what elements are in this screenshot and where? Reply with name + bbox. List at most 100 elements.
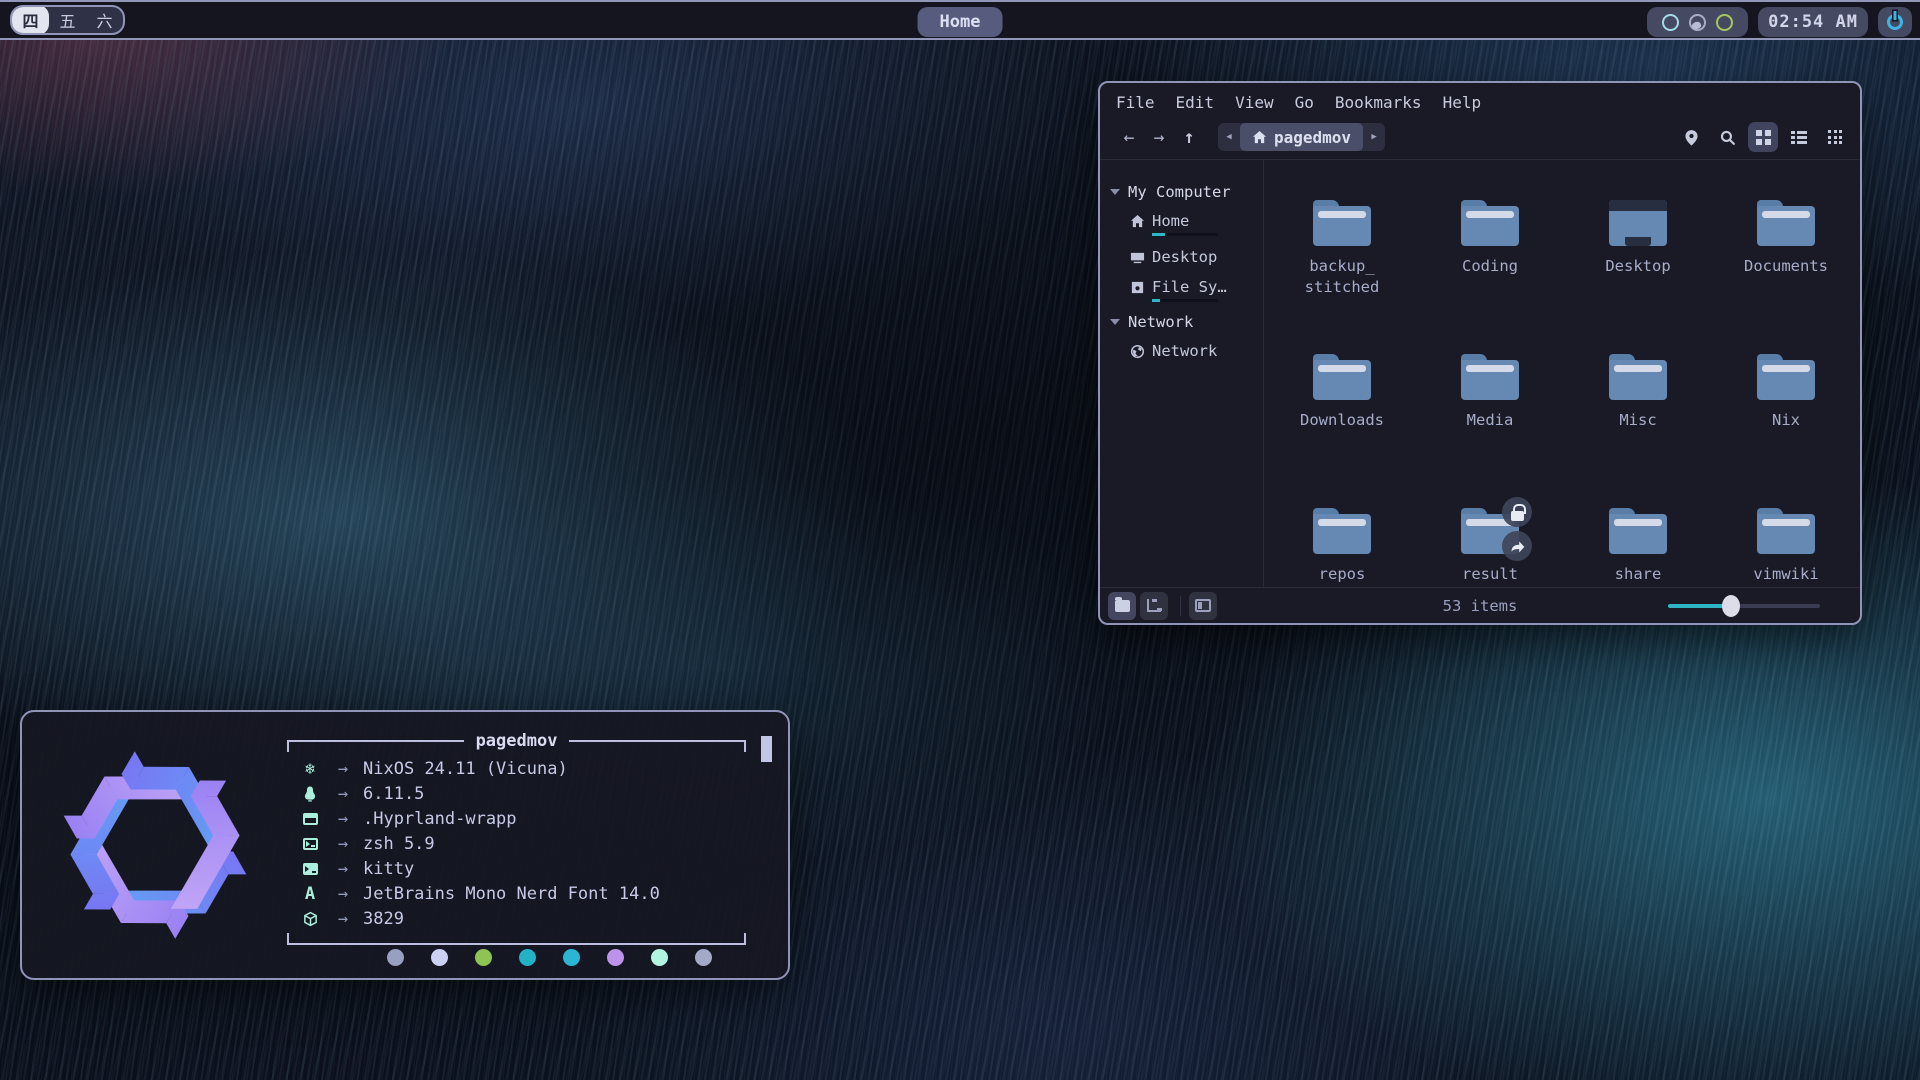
file-item-nix[interactable]: Nix <box>1712 354 1860 508</box>
collapse-triangle-icon <box>1110 189 1120 195</box>
side-panel-button[interactable] <box>1189 592 1217 620</box>
file-item-media[interactable]: Media <box>1416 354 1564 508</box>
file-manager-window: File Edit View Go Bookmarks Help ← → ↑ ◀… <box>1098 81 1862 625</box>
sidebar-item-filesystem[interactable]: File Sy… <box>1100 272 1263 308</box>
status-ring-cyan-icon[interactable] <box>1662 14 1679 31</box>
menu-go[interactable]: Go <box>1295 93 1314 112</box>
status-ring-moon-icon[interactable] <box>1689 14 1706 31</box>
fastfetch-row-kernel: → 6.11.5 <box>297 781 788 806</box>
file-name: Desktop <box>1605 256 1670 277</box>
menu-bar: File Edit View Go Bookmarks Help <box>1100 83 1860 119</box>
up-button[interactable]: ↑ <box>1174 127 1204 148</box>
home-icon <box>1252 130 1267 145</box>
sidebar-group-my-computer[interactable]: My Computer <box>1100 178 1263 206</box>
palette-dot <box>431 949 448 966</box>
top-bar: 四 五 六 Home 02:54 AM <box>0 0 1920 40</box>
arrow-icon: → <box>323 909 363 929</box>
slider-knob[interactable] <box>1722 595 1740 617</box>
forward-button[interactable]: → <box>1144 127 1174 148</box>
file-item-coding[interactable]: Coding <box>1416 200 1564 354</box>
font-value: JetBrains Mono Nerd Font 14.0 <box>363 884 660 904</box>
file-item-share[interactable]: share <box>1564 508 1712 662</box>
menu-view[interactable]: View <box>1235 93 1274 112</box>
terminal-window: pagedmov ❄ → NixOS 24.11 (Vicuna) → 6.11… <box>20 710 790 980</box>
sidebar-item-network[interactable]: Network <box>1100 336 1263 366</box>
zoom-slider[interactable] <box>1668 597 1820 615</box>
sidebar-item-desktop[interactable]: Desktop <box>1100 242 1263 272</box>
folder-icon <box>1313 354 1371 400</box>
penguin-icon <box>297 786 323 802</box>
clock: 02:54 AM <box>1768 12 1858 32</box>
workspace-4[interactable]: 四 <box>12 5 49 35</box>
file-name: Documents <box>1744 256 1828 277</box>
path-bar: ◀ pagedmov ▶ <box>1218 123 1385 151</box>
arrow-icon: → <box>323 884 363 904</box>
workspace-switcher: 四 五 六 <box>10 5 125 35</box>
path-segment-label: pagedmov <box>1274 128 1351 147</box>
menu-help[interactable]: Help <box>1443 93 1482 112</box>
folder-icon <box>1461 200 1519 246</box>
sidebar-item-home[interactable]: Home <box>1100 206 1263 242</box>
file-name: share <box>1615 564 1662 585</box>
sidebar-item-label: Home <box>1152 212 1218 230</box>
nixos-icon: ❄ <box>297 759 323 778</box>
file-item-backup-stitched[interactable]: backup_ stitched <box>1268 200 1416 354</box>
home-icon <box>1130 214 1145 229</box>
grid-view-icon[interactable] <box>1748 122 1778 152</box>
sidebar: My Computer Home Desktop File Sy… <box>1100 160 1264 587</box>
arrow-icon: → <box>323 784 363 804</box>
file-name: Misc <box>1619 410 1656 431</box>
file-item-repos[interactable]: repos <box>1268 508 1416 662</box>
file-item-vimwiki[interactable]: vimwiki <box>1712 508 1860 662</box>
desktop-folder-icon <box>1609 200 1667 246</box>
menu-edit[interactable]: Edit <box>1176 93 1215 112</box>
shell-value: zsh 5.9 <box>363 834 435 854</box>
packages-value: 3829 <box>363 909 404 929</box>
path-scroll-left-icon[interactable]: ◀ <box>1218 132 1240 142</box>
separator <box>1180 596 1181 616</box>
fastfetch-rows: ❄ → NixOS 24.11 (Vicuna) → 6.11.5 → .Hyp… <box>287 748 788 937</box>
folder-icon <box>1757 354 1815 400</box>
list-view-icon[interactable] <box>1784 122 1814 152</box>
file-name: Downloads <box>1300 410 1384 431</box>
tray-indicators <box>1647 7 1748 37</box>
file-name: repos <box>1319 564 1366 585</box>
menu-bookmarks[interactable]: Bookmarks <box>1335 93 1422 112</box>
wm-value: .Hyprland-wrapp <box>363 809 517 829</box>
file-name: Nix <box>1772 410 1800 431</box>
workspace-6[interactable]: 六 <box>86 5 123 35</box>
folder-icon <box>1757 200 1815 246</box>
nixos-logo <box>22 712 287 978</box>
file-item-misc[interactable]: Misc <box>1564 354 1712 508</box>
location-pin-icon[interactable] <box>1676 122 1706 152</box>
path-segment-home[interactable]: pagedmov <box>1240 123 1363 151</box>
file-name: Media <box>1467 410 1514 431</box>
palette-dot <box>607 949 624 966</box>
slider-track[interactable] <box>1668 604 1820 608</box>
fastfetch-row-shell: → zsh 5.9 <box>297 831 788 856</box>
compact-view-icon[interactable] <box>1820 122 1850 152</box>
arrow-icon: → <box>323 834 363 854</box>
sidebar-group-network[interactable]: Network <box>1100 308 1263 336</box>
power-button[interactable] <box>1878 7 1912 37</box>
search-icon[interactable] <box>1712 122 1742 152</box>
collapse-triangle-icon <box>1110 319 1120 325</box>
path-scroll-right-icon[interactable]: ▶ <box>1363 132 1385 142</box>
workspace-5[interactable]: 五 <box>49 5 86 35</box>
file-item-desktop[interactable]: Desktop <box>1564 200 1712 354</box>
file-item-documents[interactable]: Documents <box>1712 200 1860 354</box>
back-button[interactable]: ← <box>1114 127 1144 148</box>
nix-snowflake <box>50 739 260 951</box>
color-palette <box>353 949 746 966</box>
folder-view-button[interactable] <box>1108 592 1136 620</box>
sidebar-item-label: Desktop <box>1152 248 1217 266</box>
folder-icon <box>1313 508 1371 554</box>
sidebar-group-label: Network <box>1128 313 1193 331</box>
file-item-downloads[interactable]: Downloads <box>1268 354 1416 508</box>
kernel-value: 6.11.5 <box>363 784 424 804</box>
file-item-result[interactable]: result <box>1416 508 1564 662</box>
tree-view-button[interactable] <box>1140 592 1168 620</box>
menu-file[interactable]: File <box>1116 93 1155 112</box>
folder-icon <box>1757 508 1815 554</box>
status-ring-green-icon[interactable] <box>1716 14 1733 31</box>
